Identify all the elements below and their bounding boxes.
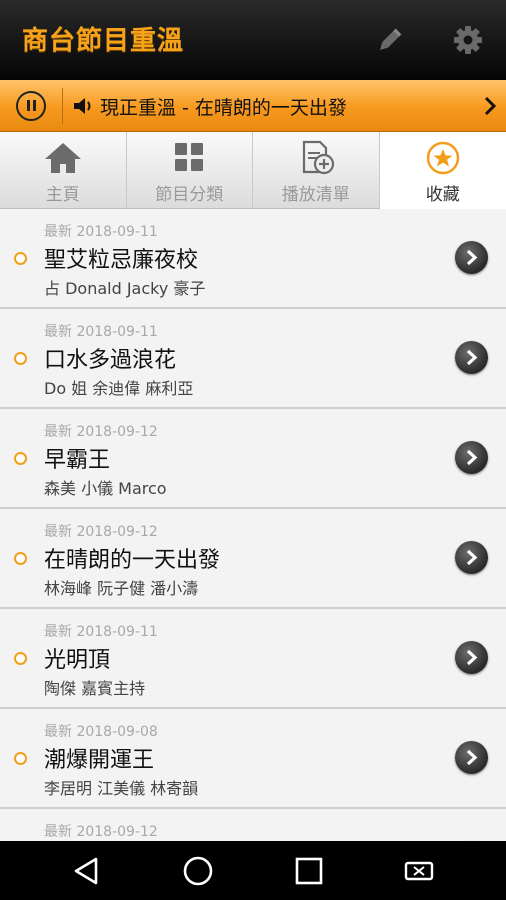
list-item[interactable]: 最新 2018-09-11 光明頂 陶傑 嘉賓主持 bbox=[0, 609, 506, 709]
screen-switch-icon[interactable] bbox=[402, 854, 436, 888]
tab-label: 收藏 bbox=[425, 185, 460, 205]
pause-icon[interactable] bbox=[16, 91, 46, 121]
item-date: 最新 2018-09-08 bbox=[44, 724, 158, 740]
list-item[interactable]: 最新 2018-09-12 bbox=[0, 809, 506, 841]
chevron-right-icon[interactable] bbox=[455, 441, 488, 474]
item-hosts: Do 姐 余迪偉 麻利亞 bbox=[44, 379, 194, 398]
chevron-right-icon[interactable] bbox=[455, 641, 488, 674]
speaker-icon bbox=[74, 98, 91, 114]
item-date: 最新 2018-09-12 bbox=[44, 524, 158, 540]
tab-label: 播放清單 bbox=[281, 185, 350, 205]
grid-icon bbox=[175, 143, 204, 171]
item-title: 潮爆開運王 bbox=[44, 748, 155, 773]
tab-home[interactable]: 主頁 bbox=[0, 132, 127, 209]
system-nav-bar bbox=[0, 841, 506, 900]
item-title: 早霸王 bbox=[44, 448, 111, 473]
favorites-list: 最新 2018-09-11 聖艾粒忌廉夜校 占 Donald Jacky 豪子 … bbox=[0, 209, 506, 841]
tab-label: 主頁 bbox=[45, 185, 80, 205]
tab-playlist[interactable]: 播放清單 bbox=[253, 132, 380, 209]
chevron-right-icon[interactable] bbox=[455, 241, 488, 274]
tab-favorites[interactable]: 收藏 bbox=[379, 132, 506, 209]
item-hosts: 陶傑 嘉賓主持 bbox=[44, 679, 146, 698]
gear-icon[interactable] bbox=[452, 24, 484, 56]
pencil-icon[interactable] bbox=[374, 24, 406, 56]
item-hosts: 李居明 江美儀 林寄韻 bbox=[44, 779, 199, 798]
item-date: 最新 2018-09-11 bbox=[44, 324, 158, 340]
item-hosts: 占 Donald Jacky 豪子 bbox=[44, 279, 206, 298]
item-date: 最新 2018-09-12 bbox=[44, 424, 158, 440]
chevron-right-icon[interactable] bbox=[455, 541, 488, 574]
chevron-right-icon[interactable] bbox=[455, 341, 488, 374]
list-item[interactable]: 最新 2018-09-11 聖艾粒忌廉夜校 占 Donald Jacky 豪子 bbox=[0, 209, 506, 309]
chevron-right-icon[interactable] bbox=[482, 94, 498, 118]
home-icon bbox=[44, 143, 81, 173]
list-item[interactable]: 最新 2018-09-08 潮爆開運王 李居明 江美儀 林寄韻 bbox=[0, 709, 506, 809]
list-item[interactable]: 最新 2018-09-12 在晴朗的一天出發 林海峰 阮子健 潘小濤 bbox=[0, 509, 506, 609]
item-title: 在晴朗的一天出發 bbox=[44, 548, 221, 573]
item-date: 最新 2018-09-11 bbox=[44, 624, 158, 640]
bullet-icon bbox=[14, 752, 27, 765]
bullet-icon bbox=[14, 352, 27, 365]
divider bbox=[62, 88, 63, 124]
recents-icon[interactable] bbox=[292, 854, 326, 888]
item-title: 口水多過浪花 bbox=[44, 348, 177, 373]
playlist-add-icon bbox=[302, 140, 334, 175]
back-icon[interactable] bbox=[70, 854, 104, 888]
star-icon bbox=[426, 141, 459, 175]
list-item[interactable]: 最新 2018-09-12 早霸王 森美 小儀 Marco bbox=[0, 409, 506, 509]
bullet-icon bbox=[14, 652, 27, 665]
now-playing-bar[interactable]: 現正重溫 - 在晴朗的一天出發 bbox=[0, 80, 506, 132]
item-date: 最新 2018-09-12 bbox=[44, 824, 158, 840]
chevron-right-icon[interactable] bbox=[455, 741, 488, 774]
item-date: 最新 2018-09-11 bbox=[44, 224, 158, 240]
bullet-icon bbox=[14, 552, 27, 565]
now-playing-text: 現正重溫 - 在晴朗的一天出發 bbox=[100, 97, 347, 119]
item-title: 光明頂 bbox=[44, 648, 111, 673]
tab-categories[interactable]: 節目分類 bbox=[127, 132, 253, 209]
item-hosts: 林海峰 阮子健 潘小濤 bbox=[44, 579, 199, 598]
tab-bar: 主頁 節目分類 播放清單 收藏 bbox=[0, 132, 506, 209]
item-title: 聖艾粒忌廉夜校 bbox=[44, 248, 199, 273]
home-nav-icon[interactable] bbox=[181, 854, 215, 888]
bullet-icon bbox=[14, 252, 27, 265]
bullet-icon bbox=[14, 452, 27, 465]
app-title: 商台節目重溫 bbox=[22, 26, 185, 56]
app-bar: 商台節目重溫 bbox=[0, 0, 506, 80]
item-hosts: 森美 小儀 Marco bbox=[44, 479, 167, 498]
list-item[interactable]: 最新 2018-09-11 口水多過浪花 Do 姐 余迪偉 麻利亞 bbox=[0, 309, 506, 409]
tab-label: 節目分類 bbox=[155, 185, 224, 205]
